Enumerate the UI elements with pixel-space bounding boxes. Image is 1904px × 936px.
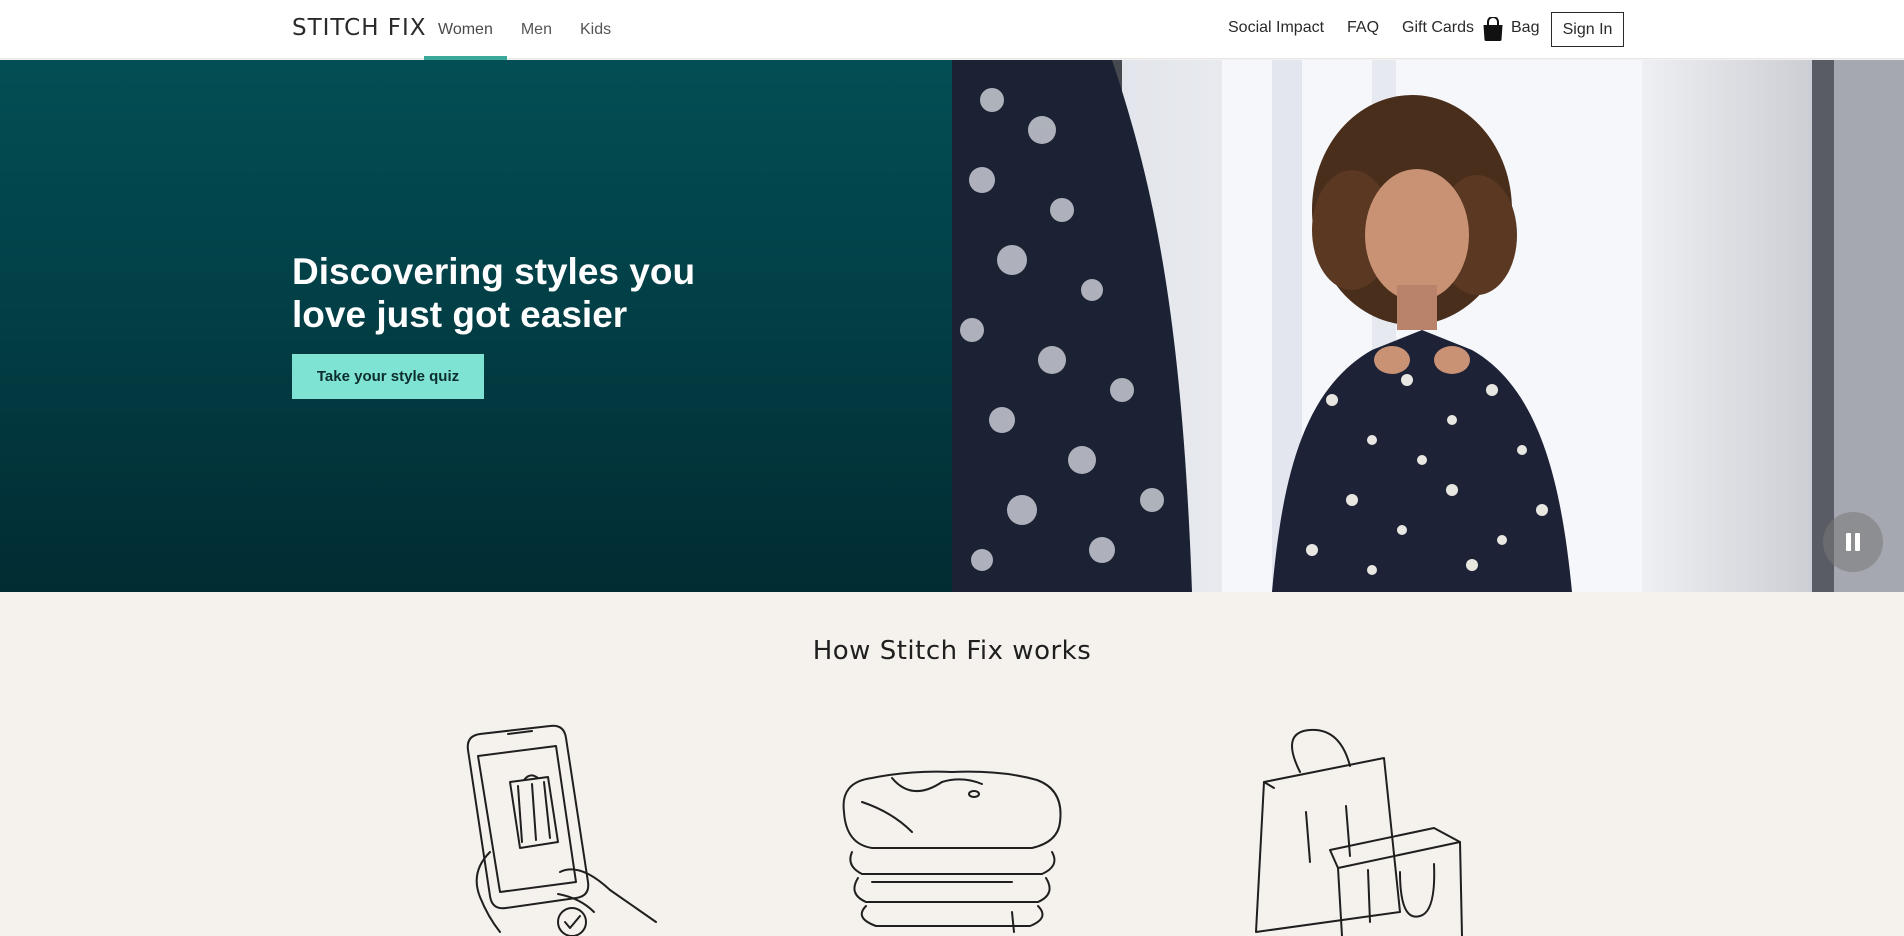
nav-kids[interactable]: Kids [566,0,625,59]
sign-in-button[interactable]: Sign In [1551,12,1624,47]
shopping-bag-icon[interactable] [1482,17,1504,41]
nav-women[interactable]: Women [424,0,507,60]
video-pause-button[interactable] [1823,512,1883,572]
nav-social-impact[interactable]: Social Impact [1228,19,1324,37]
nav-faq[interactable]: FAQ [1347,19,1379,37]
stitch-fix-logo[interactable]: STITCH FIX [292,15,427,41]
how-it-works-heading: How Stitch Fix works [812,636,1092,666]
primary-nav: Women Men Kids [424,0,625,60]
site-header: STITCH FIX Women Men Kids Social Impact … [0,0,1904,60]
pause-icon-bar [1855,533,1860,551]
nav-men[interactable]: Men [507,0,566,59]
shopping-bags-icon [1255,728,1463,936]
style-quiz-button[interactable]: Take your style quiz [292,354,484,399]
hero-title: Discovering styles you love just got eas… [292,251,696,335]
phone-quiz-icon [466,724,657,936]
nav-bag[interactable]: Bag [1511,19,1539,37]
hero-video-frame [952,60,1904,592]
folded-clothes-icon [842,770,1062,933]
nav-gift-cards[interactable]: Gift Cards [1402,19,1474,37]
pause-icon-bar [1846,533,1851,551]
hero-video [952,60,1904,592]
